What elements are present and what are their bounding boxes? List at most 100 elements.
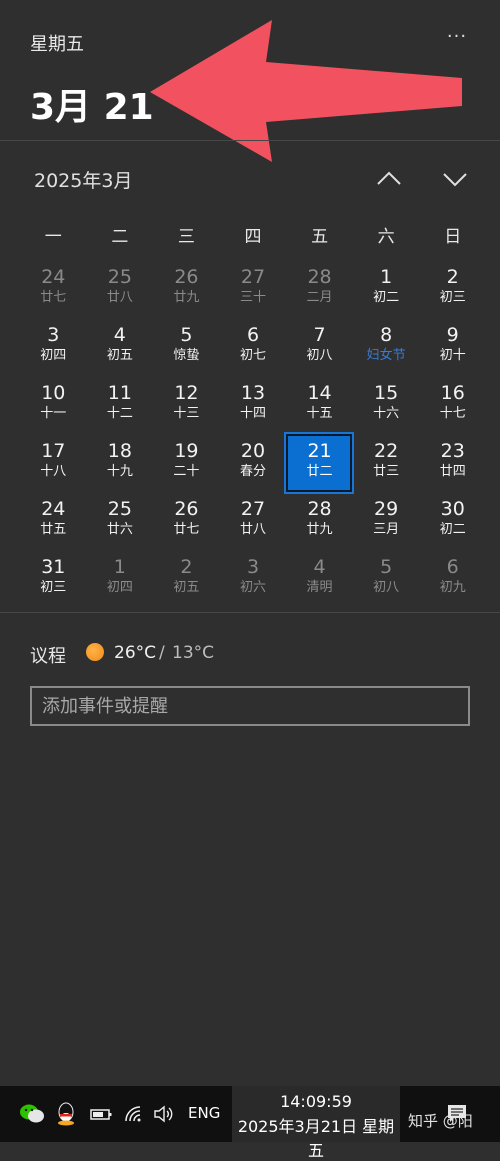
lunar-date: 廿九 bbox=[306, 522, 333, 537]
calendar-day[interactable]: 18 十九 bbox=[87, 436, 154, 494]
action-center-button[interactable] bbox=[444, 1100, 470, 1128]
lunar-date: 廿九 bbox=[173, 290, 200, 305]
day-number: 17 bbox=[41, 440, 66, 462]
calendar-day[interactable]: 25 廿八 bbox=[87, 262, 154, 320]
calendar-day[interactable]: 24 廿五 bbox=[20, 494, 87, 552]
lunar-date: 初五 bbox=[173, 580, 200, 595]
lunar-date: 十四 bbox=[239, 406, 266, 421]
day-number: 5 bbox=[380, 556, 393, 578]
lunar-date: 十二 bbox=[106, 406, 133, 421]
day-number: 4 bbox=[113, 324, 126, 346]
calendar-day[interactable]: 26 廿九 bbox=[153, 262, 220, 320]
wechat-icon bbox=[20, 1104, 44, 1123]
weekday-label: 六 bbox=[377, 227, 395, 247]
calendar-day[interactable]: 3 初六 bbox=[220, 552, 287, 610]
calendar-day[interactable]: 14 十五 bbox=[286, 378, 353, 436]
calendar-day[interactable]: 7 初八 bbox=[286, 320, 353, 378]
calendar-day[interactable]: 5 惊蛰 bbox=[153, 320, 220, 378]
calendar-day[interactable]: 10 十一 bbox=[20, 378, 87, 436]
day-number: 26 bbox=[174, 498, 199, 520]
day-number: 24 bbox=[41, 266, 66, 288]
calendar-day[interactable]: 25 廿六 bbox=[87, 494, 154, 552]
weekday-label: 二 bbox=[111, 227, 129, 247]
calendar-day[interactable]: 6 初九 bbox=[419, 552, 486, 610]
day-number: 10 bbox=[41, 382, 66, 404]
lunar-date: 初九 bbox=[439, 580, 466, 595]
day-number: 29 bbox=[374, 498, 399, 520]
calendar-day[interactable]: 28 二月 bbox=[286, 262, 353, 320]
volume-tray-button[interactable] bbox=[152, 1100, 176, 1128]
calendar-day[interactable]: 24 廿七 bbox=[20, 262, 87, 320]
lunar-date: 清明 bbox=[306, 580, 333, 595]
day-number: 25 bbox=[107, 498, 132, 520]
clock-time: 14:09:59 bbox=[280, 1092, 352, 1111]
calendar-day[interactable]: 16 十七 bbox=[419, 378, 486, 436]
calendar-day[interactable]: 26 廿七 bbox=[153, 494, 220, 552]
lunar-date: 二月 bbox=[306, 290, 333, 305]
network-tray-button[interactable] bbox=[122, 1100, 146, 1128]
calendar-day[interactable]: 27 廿八 bbox=[220, 494, 287, 552]
calendar-day[interactable]: 15 十六 bbox=[353, 378, 420, 436]
weekday-label: 五 bbox=[311, 227, 329, 247]
calendar-day[interactable]: 3 初四 bbox=[20, 320, 87, 378]
calendar-day[interactable]: 29 三月 bbox=[353, 494, 420, 552]
lunar-date: 十七 bbox=[439, 406, 466, 421]
calendar-day[interactable]: 4 清明 bbox=[286, 552, 353, 610]
lunar-date: 廿五 bbox=[40, 522, 67, 537]
calendar-day[interactable]: 4 初五 bbox=[87, 320, 154, 378]
month-title[interactable]: 2025年3月 bbox=[34, 166, 132, 193]
day-number: 14 bbox=[307, 382, 332, 404]
calendar-day[interactable]: 28 廿九 bbox=[286, 494, 353, 552]
day-number: 31 bbox=[41, 556, 66, 578]
power-tray-button[interactable] bbox=[88, 1100, 114, 1128]
calendar-day[interactable]: 11 十二 bbox=[87, 378, 154, 436]
calendar-day[interactable]: 1 初四 bbox=[87, 552, 154, 610]
day-number: 5 bbox=[180, 324, 193, 346]
calendar-day[interactable]: 22 廿三 bbox=[353, 436, 420, 494]
lunar-date: 三月 bbox=[373, 522, 400, 537]
calendar-day[interactable]: 6 初七 bbox=[220, 320, 287, 378]
day-number: 3 bbox=[246, 556, 260, 578]
current-date-heading: 3月 21 bbox=[30, 87, 154, 128]
battery-plug-icon bbox=[90, 1109, 112, 1120]
input-language-button[interactable]: ENG bbox=[188, 1104, 220, 1122]
next-month-button[interactable] bbox=[438, 162, 472, 196]
chevron-up-icon bbox=[377, 171, 401, 185]
calendar-day[interactable]: 12 十三 bbox=[153, 378, 220, 436]
weekday-label: 日 bbox=[444, 227, 462, 247]
qq-tray-button[interactable] bbox=[54, 1100, 78, 1128]
day-number: 15 bbox=[374, 382, 399, 404]
calendar-day[interactable]: 20 春分 bbox=[220, 436, 287, 494]
temperature-separator: / bbox=[159, 643, 165, 663]
calendar-day[interactable]: 13 十四 bbox=[220, 378, 287, 436]
calendar-day[interactable]: 19 二十 bbox=[153, 436, 220, 494]
day-number: 16 bbox=[440, 382, 465, 404]
previous-month-button[interactable] bbox=[372, 162, 406, 196]
temperature-low: 13°C bbox=[172, 643, 215, 663]
calendar-day[interactable]: 9 初十 bbox=[419, 320, 486, 378]
calendar-day-today[interactable]: 21 廿二 bbox=[286, 434, 353, 494]
taskbar-clock[interactable]: 14:09:59 2025年3月21日 星期五 bbox=[232, 1086, 400, 1160]
calendar-day[interactable]: 1 初二 bbox=[353, 262, 420, 320]
calendar-day[interactable]: 31 初三 bbox=[20, 552, 87, 610]
calendar-day[interactable]: 23 廿四 bbox=[419, 436, 486, 494]
day-number: 21 bbox=[307, 440, 332, 462]
calendar-day[interactable]: 5 初八 bbox=[353, 552, 420, 610]
wechat-tray-button[interactable] bbox=[18, 1100, 46, 1128]
calendar-day[interactable]: 2 初五 bbox=[153, 552, 220, 610]
calendar-day[interactable]: 30 初二 bbox=[419, 494, 486, 552]
divider bbox=[0, 612, 500, 613]
calendar-day[interactable]: 8 妇女节 bbox=[353, 320, 420, 378]
calendar-day[interactable]: 2 初三 bbox=[419, 262, 486, 320]
lunar-date: 初五 bbox=[106, 348, 133, 363]
calendar-day[interactable]: 17 十八 bbox=[20, 436, 87, 494]
calendar-day[interactable]: 27 三十 bbox=[220, 262, 287, 320]
calendar-day-grid: 24 廿七 25 廿八 26 廿九 27 三十 28 二月 1 初二 2 初三 3 初四 4 初五 5 惊蛰 6 初七 7 初… bbox=[20, 262, 486, 610]
lunar-date: 初六 bbox=[239, 580, 266, 595]
day-number: 22 bbox=[374, 440, 399, 462]
add-event-input[interactable] bbox=[30, 686, 470, 726]
lunar-date: 廿六 bbox=[106, 522, 133, 537]
day-number: 27 bbox=[240, 266, 266, 288]
day-number: 11 bbox=[107, 382, 132, 404]
agenda-title: 议程 bbox=[30, 646, 66, 667]
